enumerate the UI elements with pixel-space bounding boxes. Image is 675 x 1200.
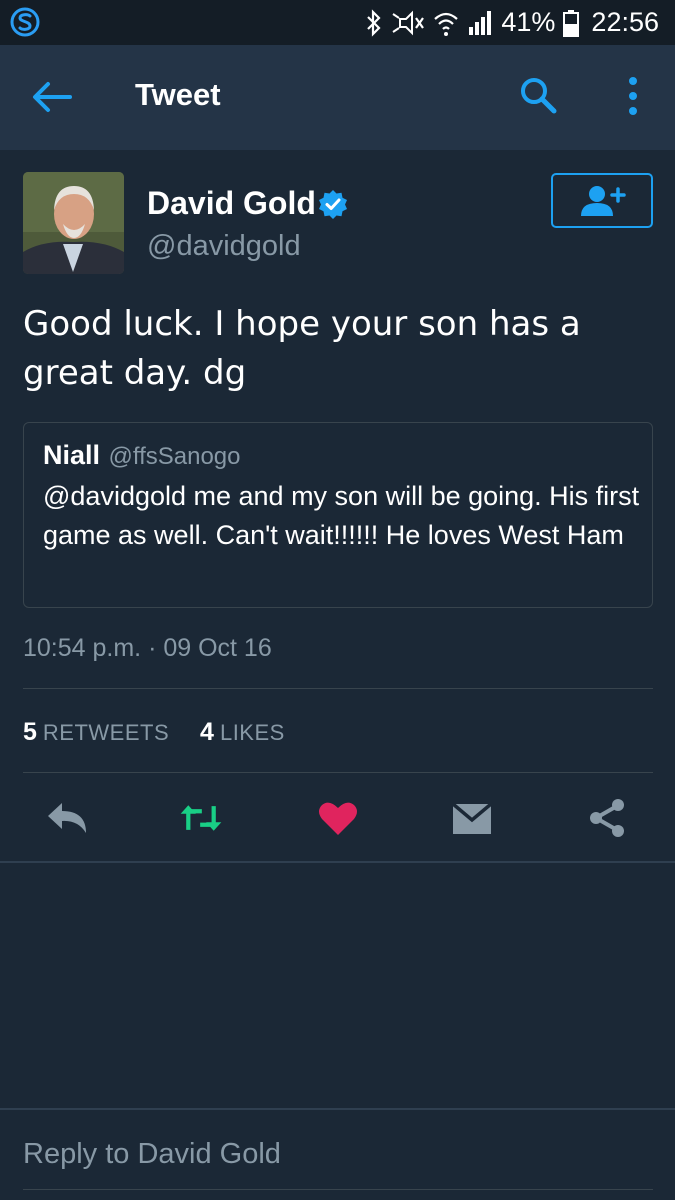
like-button[interactable] (316, 796, 360, 840)
search-icon[interactable] (518, 75, 558, 115)
reply-icon (48, 803, 86, 833)
tweet-stats: 5 RETWEETS 4 LIKES (23, 718, 285, 747)
author-handle[interactable]: @davidgold (147, 230, 301, 263)
share-icon (590, 799, 624, 837)
divider (0, 1108, 675, 1110)
quoted-tweet-text: @davidgold me and my son will be going. … (43, 481, 640, 550)
retweet-button[interactable] (179, 796, 223, 840)
retweets-stat[interactable]: 5 RETWEETS (23, 718, 174, 746)
tweet-text: Good luck. I hope your son has a great d… (23, 304, 581, 393)
likes-stat[interactable]: 4 LIKES (200, 718, 285, 746)
retweets-count: 5 (23, 718, 37, 746)
direct-message-button[interactable] (450, 796, 494, 840)
likes-label: LIKES (219, 720, 285, 745)
quoted-author-handle: @ffsSanogo (108, 443, 241, 470)
avatar[interactable] (23, 172, 124, 274)
battery-icon (563, 9, 580, 37)
follow-button[interactable] (551, 173, 653, 228)
more-options-icon[interactable] (620, 75, 646, 117)
reply-button[interactable] (46, 796, 90, 840)
battery-percent: 41% (501, 7, 556, 37)
divider (0, 861, 675, 863)
add-user-icon (581, 185, 626, 216)
envelope-icon (451, 802, 493, 834)
reply-input[interactable]: Reply to David Gold (23, 1138, 653, 1178)
tweet-timestamp: 10:54 p.m. · 09 Oct 16 (23, 634, 272, 662)
divider (23, 772, 653, 773)
skype-icon (10, 7, 40, 37)
bluetooth-icon (367, 8, 381, 37)
reply-input-underline (23, 1189, 653, 1190)
page-title: Tweet (135, 77, 221, 112)
wifi-icon (434, 12, 459, 36)
likes-count: 4 (200, 718, 214, 746)
back-arrow-icon[interactable] (30, 79, 74, 115)
status-icons: 41% 22:56 (365, 0, 659, 45)
divider (23, 688, 653, 689)
clock: 22:56 (591, 7, 659, 37)
heart-icon (319, 802, 357, 835)
app-bar: Tweet (0, 45, 675, 150)
mute-icon (392, 10, 425, 35)
share-button[interactable] (585, 796, 629, 840)
signal-icon (469, 10, 492, 35)
avatar-photo (23, 172, 124, 274)
quoted-tweet[interactable]: Niall @ffsSanogo @davidgold me and my so… (23, 422, 653, 608)
retweet-icon (180, 805, 222, 831)
retweets-label: RETWEETS (42, 720, 170, 745)
verified-badge-icon (319, 190, 347, 219)
quoted-author-name: Niall (43, 440, 101, 470)
status-bar: 41% 22:56 (0, 0, 675, 45)
author-name[interactable]: David Gold (147, 185, 316, 222)
quoted-tweet-header: Niall @ffsSanogo (43, 440, 241, 471)
